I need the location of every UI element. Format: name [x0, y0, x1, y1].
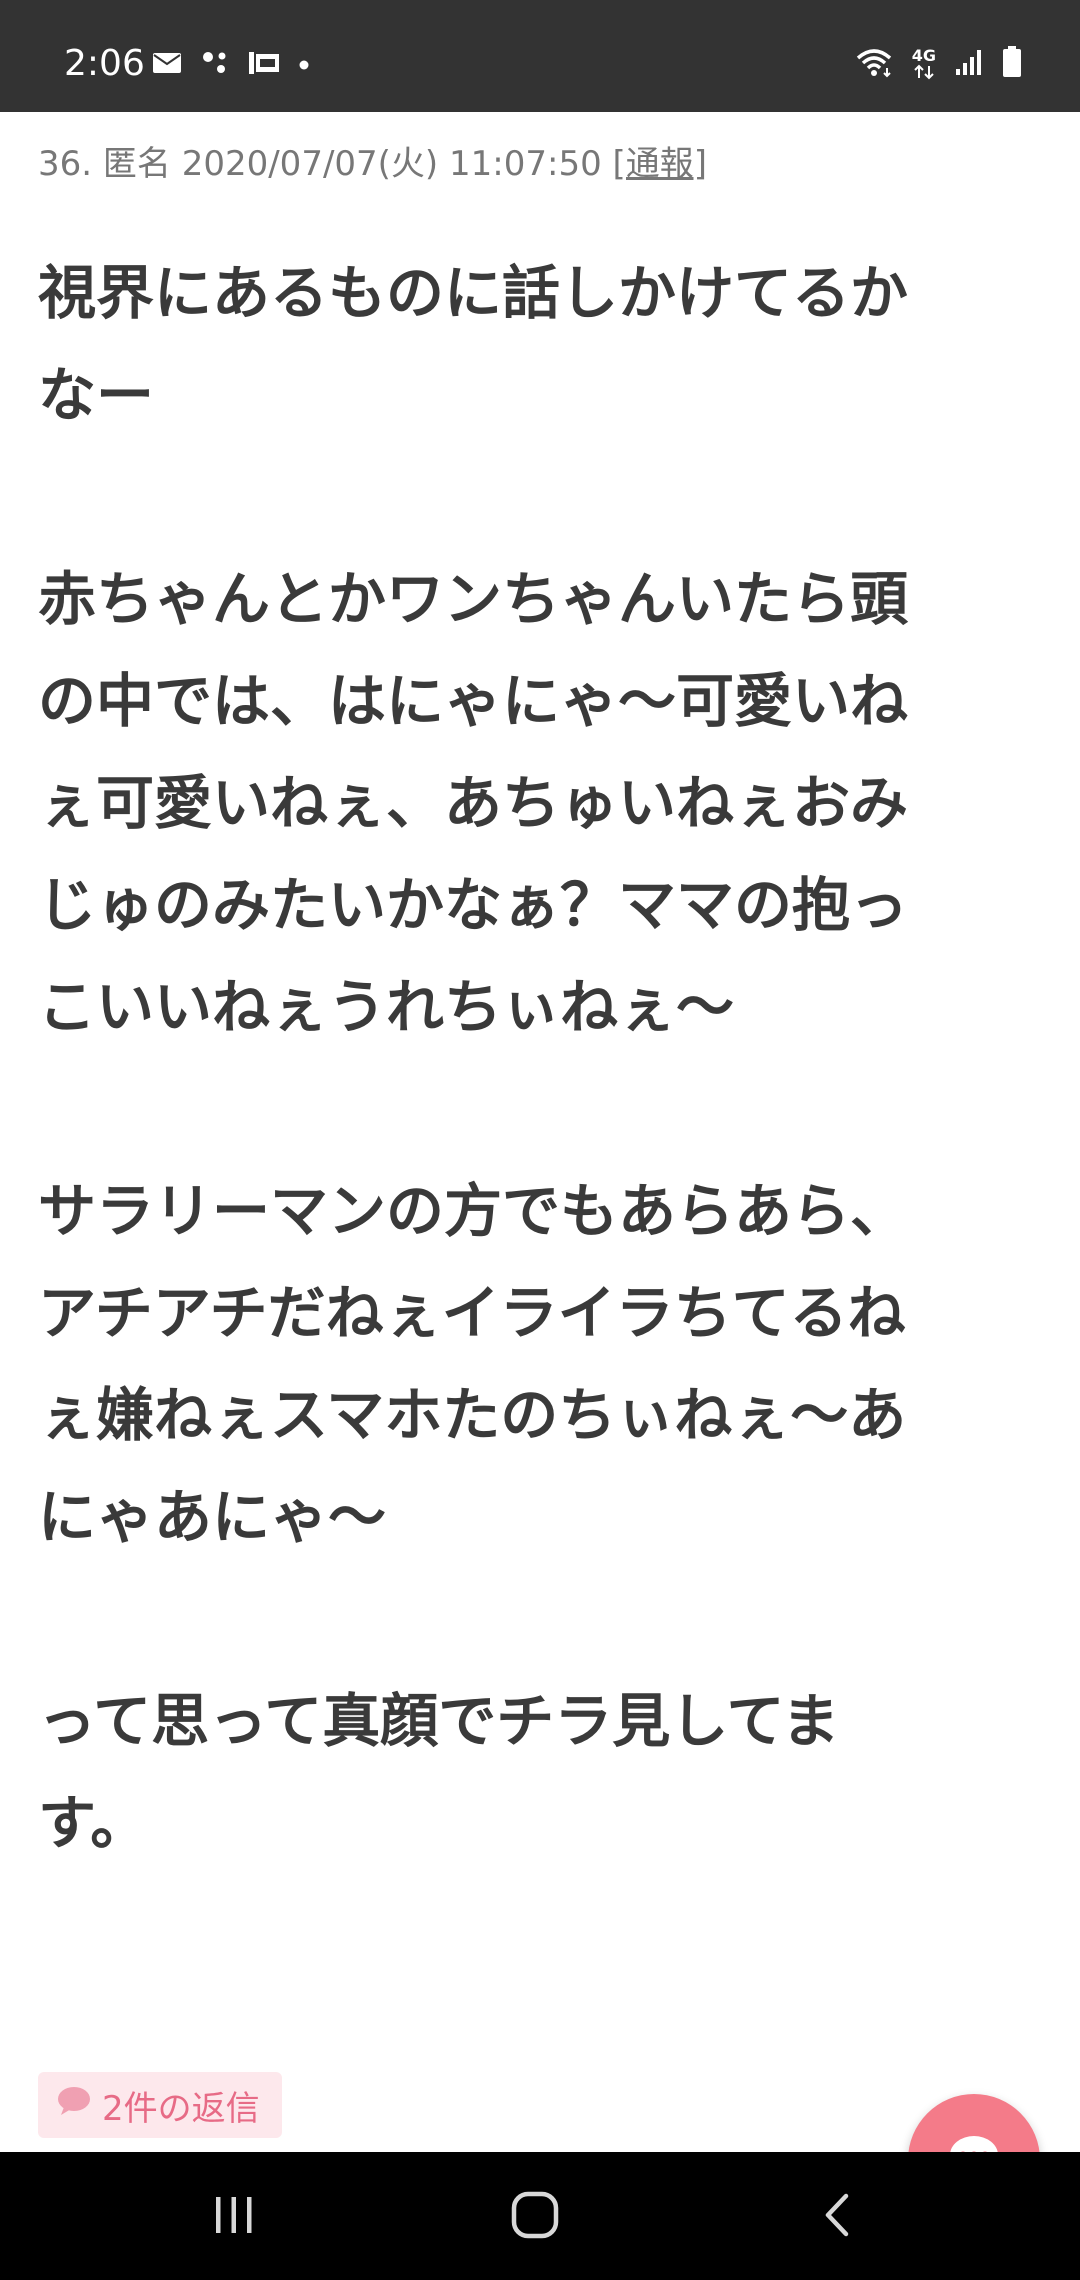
network-type-label: 4G	[911, 46, 936, 65]
report-link[interactable]: [通報]	[613, 144, 708, 184]
dot-icon	[298, 56, 310, 75]
post-content: 36. 匿名 2020/07/07(火) 11:07:50 [通報] 視界にある…	[0, 112, 1080, 2226]
post-author: 匿名	[102, 144, 171, 184]
paragraph-spacer	[38, 1058, 1038, 1160]
paragraph-spacer	[38, 446, 1038, 548]
recents-icon	[210, 2195, 258, 2239]
reply-count-button[interactable]: 2件の返信	[38, 2072, 282, 2138]
recents-button[interactable]	[194, 2182, 274, 2252]
wifi-icon	[854, 46, 894, 82]
post-number: 36.	[38, 144, 93, 184]
post-body: 視界にあるものに話しかけてるか なー 赤ちゃんとかワンちゃんいたら頭 の中では、…	[38, 242, 1038, 1874]
speech-bubble-icon	[56, 2085, 92, 2126]
home-icon	[509, 2189, 561, 2245]
back-button[interactable]	[798, 2182, 878, 2252]
post-paragraph-3: サラリーマンの方でもあらあら、 アチアチだねぇイライラちてるね ぇ嫌ねぇスマホた…	[38, 1177, 909, 1551]
navigation-bar	[0, 2152, 1080, 2280]
au-icon	[248, 50, 280, 80]
status-bar: 2:06 4G	[0, 0, 1080, 112]
post-paragraph-2: 赤ちゃんとかワンちゃんいたら頭 の中では、はにゃにゃ〜可愛いね ぇ可愛いねぇ、あ…	[38, 565, 909, 1041]
battery-icon	[1002, 46, 1022, 82]
status-right-icons: 4G	[854, 46, 1022, 82]
paragraph-spacer	[38, 1568, 1038, 1670]
post-datetime: 2020/07/07(火) 11:07:50	[181, 144, 602, 184]
post-paragraph-4: って思って真顔でチラ見してま す。	[38, 1687, 840, 1857]
assistant-icon	[200, 50, 230, 80]
status-left-icons	[152, 50, 310, 80]
post-meta: 36. 匿名 2020/07/07(火) 11:07:50 [通報]	[38, 142, 707, 186]
signal-icon	[954, 47, 984, 81]
mail-icon	[152, 52, 182, 78]
reply-count-label: 2件の返信	[102, 2088, 260, 2129]
status-time: 2:06	[64, 43, 145, 84]
4g-icon: 4G	[912, 48, 936, 80]
back-icon	[818, 2191, 858, 2243]
post-paragraph-1: 視界にあるものに話しかけてるか なー	[38, 259, 909, 429]
home-button[interactable]	[495, 2182, 575, 2252]
